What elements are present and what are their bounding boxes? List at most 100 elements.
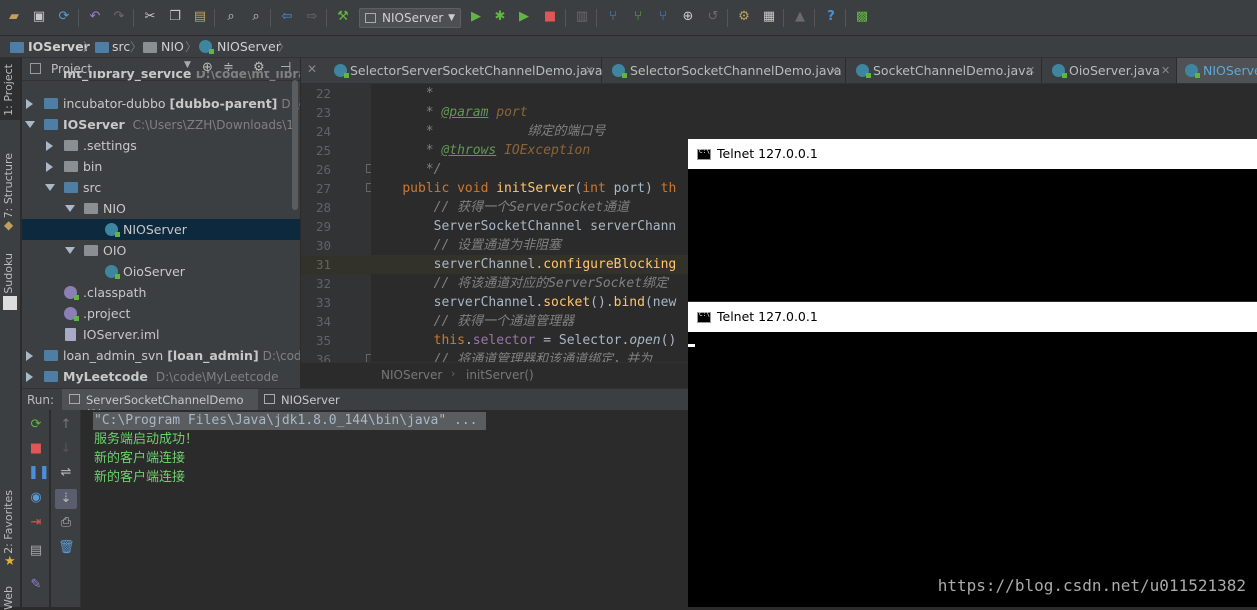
telnet-window-2[interactable]: Telnet 127.0.0.1 [688,302,1257,607]
tree-item-incubator-dubbo[interactable]: incubator-dubbo [dubbo-parent] D:\co [22,93,300,114]
breadcrumb-item-nio[interactable]: NIO [161,39,184,54]
expand-arrow-icon[interactable] [26,372,33,382]
close-tab-icon[interactable]: ✕ [830,58,839,83]
tree-item-project-file[interactable]: .project [22,303,300,324]
close-tab-icon[interactable]: ✕ [1026,58,1035,83]
cut-icon[interactable]: ✂ [142,9,158,25]
tree-item-nioserver[interactable]: NIOServer [22,219,300,240]
pin-icon[interactable]: ✎ [28,577,44,593]
expand-arrow-icon[interactable] [26,351,33,361]
tab-selector-socket-channel-demo[interactable]: SelectorSocketChannelDemo.java ✕ [602,58,846,83]
vcs-icon[interactable]: ▥ [574,9,590,25]
exit-icon[interactable]: ⇥ [28,515,44,531]
collapse-arrow-icon[interactable] [25,121,35,128]
coverage-icon[interactable]: ▶ [516,9,532,25]
copy-icon[interactable]: ❐ [167,9,183,25]
tree-item-oio[interactable]: OIO [22,240,300,261]
tree-item-ioserver-iml[interactable]: IOServer.iml [22,324,300,345]
expand-arrow-icon[interactable] [46,141,53,151]
tree-item-myleetcode[interactable]: MyLeetcode D:\code\MyLeetcode [22,366,300,387]
redo-icon[interactable]: ↷ [111,9,127,25]
close-tab-icon[interactable]: ✕ [1161,58,1170,83]
tab-web[interactable]: Web [2,586,15,610]
revert-icon[interactable]: ↺ [705,9,721,25]
editor-crumb-class[interactable]: NIOServer [381,368,442,382]
print-icon[interactable]: ⎙ [58,515,74,531]
layout-icon[interactable]: ▤ [28,543,44,559]
run-tab-server-socket-channel-demo[interactable]: ServerSocketChannelDemo (1) [62,389,258,421]
vcs-commit-icon[interactable]: ⑂ [630,9,646,25]
down-arrow-icon[interactable]: ↓ [58,441,74,457]
paste-icon[interactable]: ▤ [192,9,208,25]
collapse-arrow-icon[interactable] [65,247,75,254]
tab-oio-server[interactable]: OioServer.java ✕ [1042,58,1177,83]
tree-item-settings[interactable]: .settings [22,135,300,156]
console-output[interactable]: "C:\Program Files\Java\jdk1.8.0_144\bin\… [81,410,688,607]
pause-icon[interactable]: ❚❚ [28,465,50,481]
save-icon[interactable]: ▣ [31,9,47,25]
sync-icon[interactable]: ⟳ [56,9,72,25]
tab-socket-channel-demo[interactable]: SocketChannelDemo.java ✕ [846,58,1042,83]
tree-item-loan-admin[interactable]: loan_admin_svn [loan_admin] D:\code\l [22,345,300,366]
soft-wrap-icon[interactable]: ⇌ [58,465,74,481]
expand-arrow-icon[interactable] [26,99,33,109]
sdk-icon[interactable]: ▲ [792,9,808,25]
chevron-down-icon[interactable]: ▼ [184,60,191,70]
tree-item-ioserver[interactable]: IOServer C:\Users\ZZH\Downloads\1、 [22,114,300,135]
telnet-window-titlebar[interactable]: Telnet 127.0.0.1 [688,139,1257,169]
plugin-icon[interactable]: ▩ [854,9,870,25]
code-editor[interactable]: * * @param port * 绑定的端口号 * @throws IOExc… [371,84,688,362]
editor-crumb-method[interactable]: initServer() [466,368,534,382]
find-icon[interactable]: ⌕ [223,9,239,25]
breadcrumb-item-nioserver[interactable]: NIOServer [217,39,281,54]
vcs-compare-icon[interactable]: ⑂ [655,9,671,25]
project-structure-icon[interactable]: ▦ [761,9,777,25]
tree-item-mt-library[interactable]: mt_library_service D:\code\mt_library_se [22,71,300,83]
forward-icon[interactable]: ⇨ [304,9,320,25]
tree-item-classpath[interactable]: .classpath [22,282,300,303]
run-tab-nio-server[interactable]: NIOServer [262,389,362,410]
telnet-window-1[interactable]: Telnet 127.0.0.1 [688,139,1257,301]
project-scrollbar[interactable] [292,80,298,210]
breadcrumb-item-src[interactable]: src [112,39,130,54]
vcs-update-icon[interactable]: ⑂ [605,9,621,25]
run-configuration-select[interactable]: NIOServer ▼ [359,8,461,28]
tab-selector-server-socket-channel-demo[interactable]: SelectorServerSocketChannelDemo.java ✕ [325,58,603,83]
open-folder-icon[interactable]: ▰ [6,9,22,25]
expand-arrow-icon[interactable] [46,162,53,172]
telnet-terminal[interactable] [688,169,1257,301]
collapse-arrow-icon[interactable] [45,184,55,191]
breadcrumb-item-ioserver[interactable]: IOServer [28,39,90,54]
vcs-history-icon[interactable]: ⊕ [680,9,696,25]
replace-icon[interactable]: ⌕ [248,9,264,25]
line-number: 31 [315,257,331,272]
debug-icon[interactable]: ✱ [492,9,508,25]
tree-item-bin[interactable]: bin [22,156,300,177]
back-icon[interactable]: ⇦ [279,9,295,25]
stop-icon[interactable]: ■ [542,9,558,25]
collapse-arrow-icon[interactable] [65,205,75,212]
telnet-window-titlebar[interactable]: Telnet 127.0.0.1 [688,302,1257,332]
telnet-terminal[interactable] [688,332,1257,607]
scroll-to-end-icon[interactable]: ⇣ [58,491,74,507]
tab-nio-server[interactable]: NIOServe [1177,58,1257,83]
dump-threads-icon[interactable]: ◉ [28,490,44,506]
settings-icon[interactable]: ⚙ [736,9,752,25]
tree-item-src[interactable]: src [22,177,300,198]
up-arrow-icon[interactable]: ↑ [58,417,74,433]
tab-favorites[interactable]: 2: Favorites [2,490,15,554]
build-icon[interactable]: ⚒ [335,9,351,25]
stop-icon[interactable]: ■ [28,441,44,457]
tab-project[interactable]: 1: Project [2,64,15,116]
tree-item-oioserver[interactable]: OioServer [22,261,300,282]
undo-icon[interactable]: ↶ [87,9,103,25]
run-icon[interactable]: ▶ [468,9,484,25]
clear-all-icon[interactable]: 🗑 [58,540,75,556]
close-tab-icon[interactable]: ✕ [585,58,594,83]
help-icon[interactable]: ? [823,9,839,25]
tree-item-nio[interactable]: NIO [22,198,300,219]
close-icon[interactable]: ✕ [307,62,317,76]
tab-sudoku[interactable]: Sudoku [2,253,15,294]
rerun-icon[interactable]: ⟳ [28,417,44,433]
tab-structure[interactable]: 7: Structure [2,153,15,218]
